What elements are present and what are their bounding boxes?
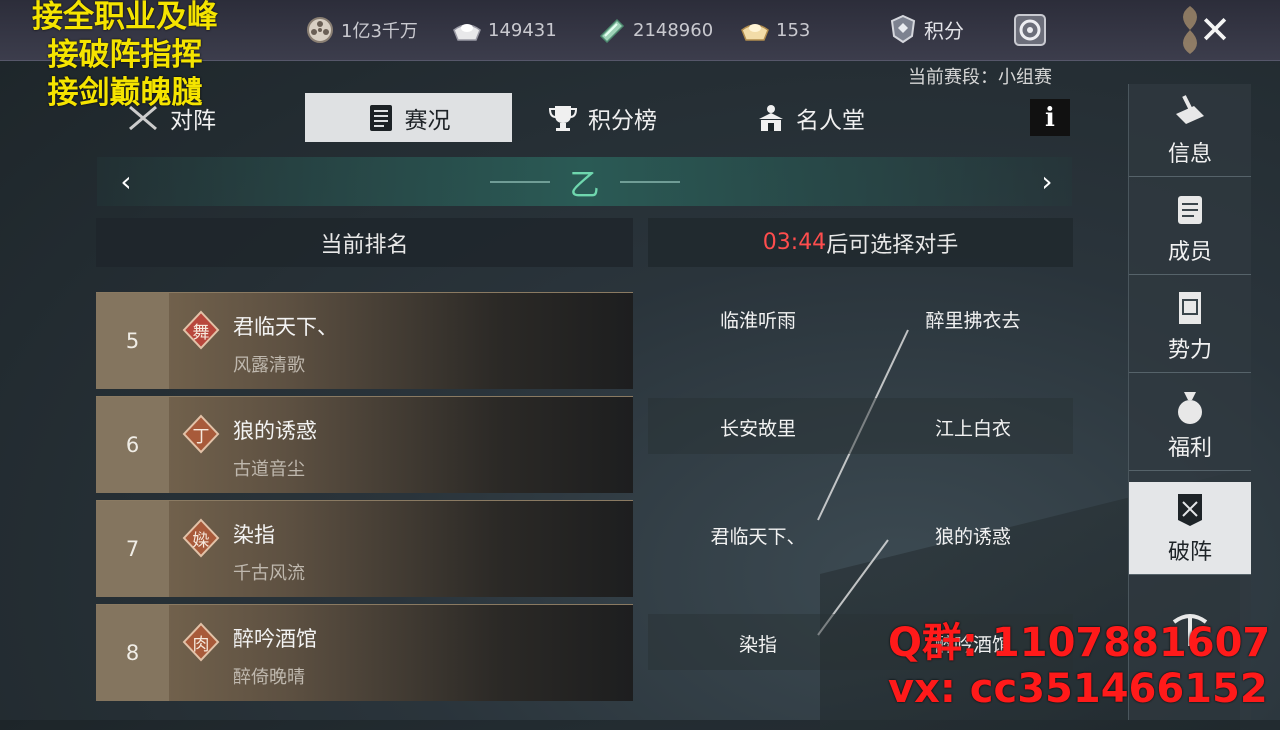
sidebar-item-welfare[interactable]: 福利	[1129, 378, 1251, 471]
tab-status[interactable]: 赛况	[305, 93, 512, 142]
film-reel-icon	[305, 16, 335, 44]
player-name: 染指	[233, 523, 275, 547]
matchup-left-name: 长安故里	[719, 418, 796, 440]
matchup-right-name: 狼的诱惑	[934, 526, 1011, 548]
matchup-left-name: 临淮听雨	[719, 310, 796, 332]
player-name: 狼的诱惑	[233, 419, 317, 443]
matchup-row: 临淮听雨 醉里拂衣去	[648, 290, 1073, 346]
guild-badge-char: 肉	[192, 634, 210, 655]
score-label: 积分	[924, 18, 964, 43]
watermark-line: vx: cc351466152	[888, 666, 1268, 712]
guild-badge-char: 媣	[192, 530, 210, 551]
opponent-timer: 03:44 后可选择对手	[648, 218, 1073, 267]
sidebar-item-faction[interactable]: 势力	[1129, 280, 1251, 373]
player-name: 醉吟酒馆	[233, 627, 317, 651]
score-button[interactable]: 积分	[890, 14, 964, 44]
matchup-left-name: 染指	[738, 634, 777, 656]
sidebar-item-breakthrough[interactable]: 破阵	[1129, 482, 1251, 575]
rank-number: 8	[96, 605, 169, 701]
matchup-left-name: 君临天下、	[710, 526, 806, 548]
sidebar-item-info[interactable]: 信息	[1129, 84, 1251, 177]
money-bag-icon	[1178, 392, 1202, 424]
rank-number: 5	[96, 293, 169, 389]
guild-name: 风露清歌	[233, 355, 305, 376]
shield-icon	[890, 14, 916, 44]
ranking-header: 当前排名	[96, 218, 633, 267]
countdown-suffix: 后可选择对手	[826, 232, 959, 258]
ranking-row[interactable]: 8 肉 醉吟酒馆 醉倚晚晴	[96, 604, 633, 701]
guild-badge-char: 丁	[192, 426, 210, 447]
watermark-line: 接全职业及峰	[32, 0, 218, 35]
resource-silver: 149431	[452, 16, 557, 44]
settings-button[interactable]	[1012, 12, 1048, 48]
resource-copper: 1亿3千万	[305, 16, 418, 44]
close-button[interactable]: ✕	[1150, 0, 1280, 60]
info-button[interactable]: i	[1030, 99, 1070, 136]
close-icon: ✕	[1199, 8, 1231, 52]
watermark-line: 接剑巅魄䑊	[47, 75, 203, 111]
trophy-icon	[548, 105, 578, 131]
watermark-left: 接全职业及峰 接破阵指挥 接剑巅魄䑊	[0, 0, 250, 112]
sidebar-item-members[interactable]: 成员	[1129, 182, 1251, 275]
tab-leaderboard-label: 积分榜	[588, 107, 657, 134]
tab-status-label: 赛况	[404, 107, 451, 134]
matchup-right-name: 江上白衣	[934, 418, 1011, 440]
player-name: 君临天下、	[233, 315, 338, 339]
resource-copper-value: 1亿3千万	[341, 21, 418, 42]
battle-flag-icon	[1178, 494, 1202, 526]
prev-group-button[interactable]: ‹	[111, 165, 141, 198]
divider	[489, 180, 550, 183]
ranking-row[interactable]: 6 丁 狼的诱惑 古道音尘	[96, 396, 633, 493]
resource-jade: 2148960	[597, 16, 713, 44]
resource-jade-value: 2148960	[633, 19, 714, 41]
scroll-list-icon	[369, 104, 392, 131]
silver-ingot-icon	[452, 16, 482, 44]
ranking-row[interactable]: 5 舞 君临天下、 风露清歌	[96, 292, 633, 389]
rank-number: 7	[96, 501, 169, 597]
guild-badge: 媣	[182, 518, 220, 558]
current-stage-label: 当前赛段：小组赛	[908, 67, 1052, 88]
watermark-line: Q群: 1107881607	[888, 620, 1271, 666]
scroll-icon	[1178, 196, 1202, 224]
guild-name: 醉倚晚晴	[233, 667, 305, 688]
next-group-button[interactable]: ›	[1032, 165, 1062, 198]
matchup-right-name: 醉里拂衣去	[925, 310, 1021, 332]
note-pen-icon	[1176, 95, 1204, 124]
guild-badge: 肉	[182, 622, 220, 662]
tab-hall-of-fame[interactable]: 名人堂	[756, 93, 926, 142]
gold-ingot-icon	[740, 16, 770, 44]
watermark-right: Q群: 1107881607 vx: cc351466152	[888, 620, 1278, 712]
guild-name: 千古风流	[233, 563, 305, 584]
guild-name: 古道音尘	[233, 459, 305, 480]
group-selector: ‹ 乙 ›	[97, 157, 1072, 206]
gear-icon	[1014, 14, 1046, 46]
tab-leaderboard[interactable]: 积分榜	[548, 93, 718, 142]
ranking-row[interactable]: 7 媣 染指 千古风流	[96, 500, 633, 597]
sidebar-item-label: 势力	[1167, 338, 1212, 363]
matchup-row: 长安故里 江上白衣	[648, 398, 1073, 454]
sidebar-item-label: 信息	[1167, 142, 1212, 167]
matchup-row: 君临天下、 狼的诱惑	[648, 506, 1073, 562]
watermark-line: 接破阵指挥	[47, 37, 203, 73]
jade-icon	[597, 16, 627, 44]
sidebar-item-label: 破阵	[1167, 540, 1212, 565]
sidebar-item-label: 福利	[1167, 436, 1212, 461]
guild-badge-char: 舞	[192, 322, 210, 343]
group-name: 乙	[569, 167, 600, 203]
resource-gold-value: 153	[776, 19, 811, 41]
rank-number: 6	[96, 397, 169, 493]
pavilion-icon	[759, 104, 783, 131]
countdown-time: 03:44	[762, 230, 827, 255]
tab-hall-of-fame-label: 名人堂	[796, 107, 865, 134]
divider	[619, 180, 680, 183]
guild-badge: 舞	[182, 310, 220, 350]
guild-badge: 丁	[182, 414, 220, 454]
sidebar-item-label: 成员	[1167, 240, 1212, 265]
resource-silver-value: 149431	[488, 19, 557, 41]
resource-gold: 153	[740, 16, 810, 44]
banner-icon	[1179, 292, 1201, 324]
